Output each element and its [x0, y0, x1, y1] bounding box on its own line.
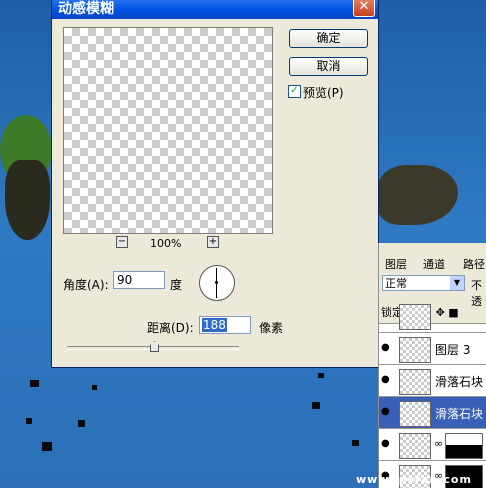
angle-input[interactable]: 90	[113, 271, 165, 289]
layer-row[interactable]: ● ∞	[379, 428, 486, 460]
preview-checkbox[interactable]: ✓	[288, 85, 301, 98]
zoom-out-button[interactable]: −	[116, 236, 128, 248]
angle-unit: 度	[170, 278, 183, 292]
layer-thumbnail	[399, 401, 431, 427]
motion-blur-dialog: 动感模糊 ✕ − 100% + 确定 取消 ✓ 预览(P) 角度(A): 90 …	[51, 0, 379, 368]
angle-dial-center	[215, 281, 218, 284]
falling-rock	[352, 440, 359, 446]
preview-label[interactable]: 预览(P)	[303, 84, 344, 101]
eye-icon[interactable]: ●	[381, 374, 390, 385]
distance-slider-thumb[interactable]	[150, 341, 159, 352]
layer-name: 图层 3	[435, 343, 471, 357]
falling-rock	[92, 385, 97, 390]
eye-icon[interactable]: ●	[381, 342, 390, 353]
angle-dial[interactable]	[199, 265, 235, 301]
tab-paths[interactable]: 路径	[463, 258, 485, 272]
layer-row[interactable]: ● 图层 3	[379, 332, 486, 364]
link-icon[interactable]: ∞	[434, 437, 443, 450]
watermark: www.ipsfan.com	[356, 473, 472, 486]
preview-canvas[interactable]	[63, 27, 273, 234]
tab-layers[interactable]: 图层	[385, 258, 407, 272]
falling-rock	[30, 380, 39, 387]
island-right	[378, 165, 458, 225]
tab-channels[interactable]: 通道	[423, 258, 445, 272]
opacity-label: 不透	[471, 279, 482, 308]
falling-rock	[318, 373, 324, 378]
lock-all-icon[interactable]: ■	[448, 306, 458, 319]
distance-label: 距离(D):	[147, 321, 194, 335]
layer-name: 滑落石块	[435, 375, 484, 389]
falling-rock	[26, 418, 32, 424]
cancel-button[interactable]: 取消	[289, 57, 368, 76]
layer-row[interactable]: ● 滑落石块	[379, 364, 486, 396]
falling-rock	[78, 420, 85, 427]
lock-move-icon[interactable]: ✥	[436, 306, 445, 319]
layers-panel: 图层 通道 路径 正常 ▼ 不透 锁定: ◻ ✎ ✥ ■ ● 图层 3 ● 滑落…	[378, 243, 486, 488]
zoom-in-button[interactable]: +	[207, 236, 219, 248]
eye-icon[interactable]: ●	[381, 406, 390, 417]
island-left-shadow	[5, 160, 50, 240]
close-icon[interactable]: ✕	[353, 0, 375, 17]
layer-thumbnail	[399, 369, 431, 395]
layer-mask-thumbnail[interactable]	[445, 433, 483, 459]
layer-thumbnail	[399, 304, 431, 330]
distance-value: 188	[202, 318, 227, 332]
eye-icon[interactable]: ●	[381, 438, 390, 449]
layer-thumbnail	[399, 337, 431, 363]
distance-input[interactable]: 188	[199, 316, 251, 334]
dialog-title: 动感模糊	[58, 1, 114, 17]
angle-label: 角度(A):	[63, 278, 109, 292]
ok-button[interactable]: 确定	[289, 29, 368, 48]
dialog-titlebar[interactable]: 动感模糊 ✕	[52, 0, 378, 19]
zoom-level: 100%	[150, 237, 182, 250]
falling-rock	[312, 402, 320, 409]
layer-thumbnail	[399, 433, 431, 459]
chevron-down-icon[interactable]: ▼	[450, 276, 464, 290]
distance-unit: 像素	[259, 321, 284, 335]
layer-name: 滑落石块	[435, 407, 484, 421]
falling-rock	[42, 442, 52, 451]
layer-row-selected[interactable]: ● 滑落石块	[379, 396, 486, 428]
